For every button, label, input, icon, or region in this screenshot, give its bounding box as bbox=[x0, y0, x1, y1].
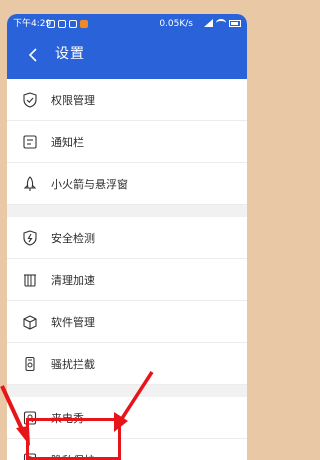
shield-check-icon bbox=[21, 91, 39, 109]
settings-item-label: 骚扰拦截 bbox=[51, 357, 95, 371]
shield-lightning-icon bbox=[21, 229, 39, 247]
settings-item-label: 小火箭与悬浮窗 bbox=[51, 177, 128, 191]
settings-item-label: 安全检测 bbox=[51, 231, 95, 245]
status-system-icons bbox=[204, 19, 241, 27]
battery-icon bbox=[229, 19, 241, 27]
notification-icon bbox=[47, 20, 55, 28]
rocket-icon bbox=[21, 175, 39, 193]
settings-item-notification-bar[interactable]: 通知栏 bbox=[7, 121, 247, 163]
status-bar: 下午4:29 0.05K/s bbox=[7, 14, 247, 34]
settings-item-label: 软件管理 bbox=[51, 315, 95, 329]
notification-icon bbox=[69, 20, 77, 28]
settings-item-permissions[interactable]: 权限管理 bbox=[7, 79, 247, 121]
settings-item-rocket-float[interactable]: 小火箭与悬浮窗 bbox=[7, 163, 247, 205]
app-header: 下午4:29 0.05K/s 设置 bbox=[7, 14, 247, 79]
wifi-icon bbox=[216, 19, 226, 27]
settings-item-clean-boost[interactable]: 清理加速 bbox=[7, 259, 247, 301]
settings-item-security-check[interactable]: 安全检测 bbox=[7, 217, 247, 259]
settings-item-software-manage[interactable]: 软件管理 bbox=[7, 301, 247, 343]
phone-screen: 下午4:29 0.05K/s 设置 权限管理 通知栏 小火箭与悬浮窗 安全检测 … bbox=[7, 14, 247, 460]
back-button[interactable] bbox=[24, 45, 42, 65]
settings-list: 权限管理 通知栏 小火箭与悬浮窗 安全检测 清理加速 软件管理 骚扰拦截 来电秀… bbox=[7, 79, 247, 460]
section-divider bbox=[7, 205, 247, 217]
highlight-box bbox=[26, 418, 121, 460]
settings-item-label: 清理加速 bbox=[51, 273, 95, 287]
settings-item-label: 通知栏 bbox=[51, 135, 84, 149]
settings-item-label: 权限管理 bbox=[51, 93, 95, 107]
status-notification-icons bbox=[47, 19, 88, 29]
notification-icon bbox=[58, 20, 66, 28]
notification-bar-icon bbox=[21, 133, 39, 151]
network-speed: 0.05K/s bbox=[159, 19, 193, 29]
clean-icon bbox=[21, 271, 39, 289]
signal-icon bbox=[204, 19, 213, 27]
status-time: 下午4:29 bbox=[13, 19, 52, 29]
app-notification-icon bbox=[80, 20, 88, 28]
section-divider bbox=[7, 385, 247, 397]
software-box-icon bbox=[21, 313, 39, 331]
chevron-left-icon bbox=[28, 48, 37, 62]
settings-item-harassment-block[interactable]: 骚扰拦截 bbox=[7, 343, 247, 385]
phone-block-icon bbox=[21, 355, 39, 373]
page-title: 设置 bbox=[55, 46, 85, 62]
